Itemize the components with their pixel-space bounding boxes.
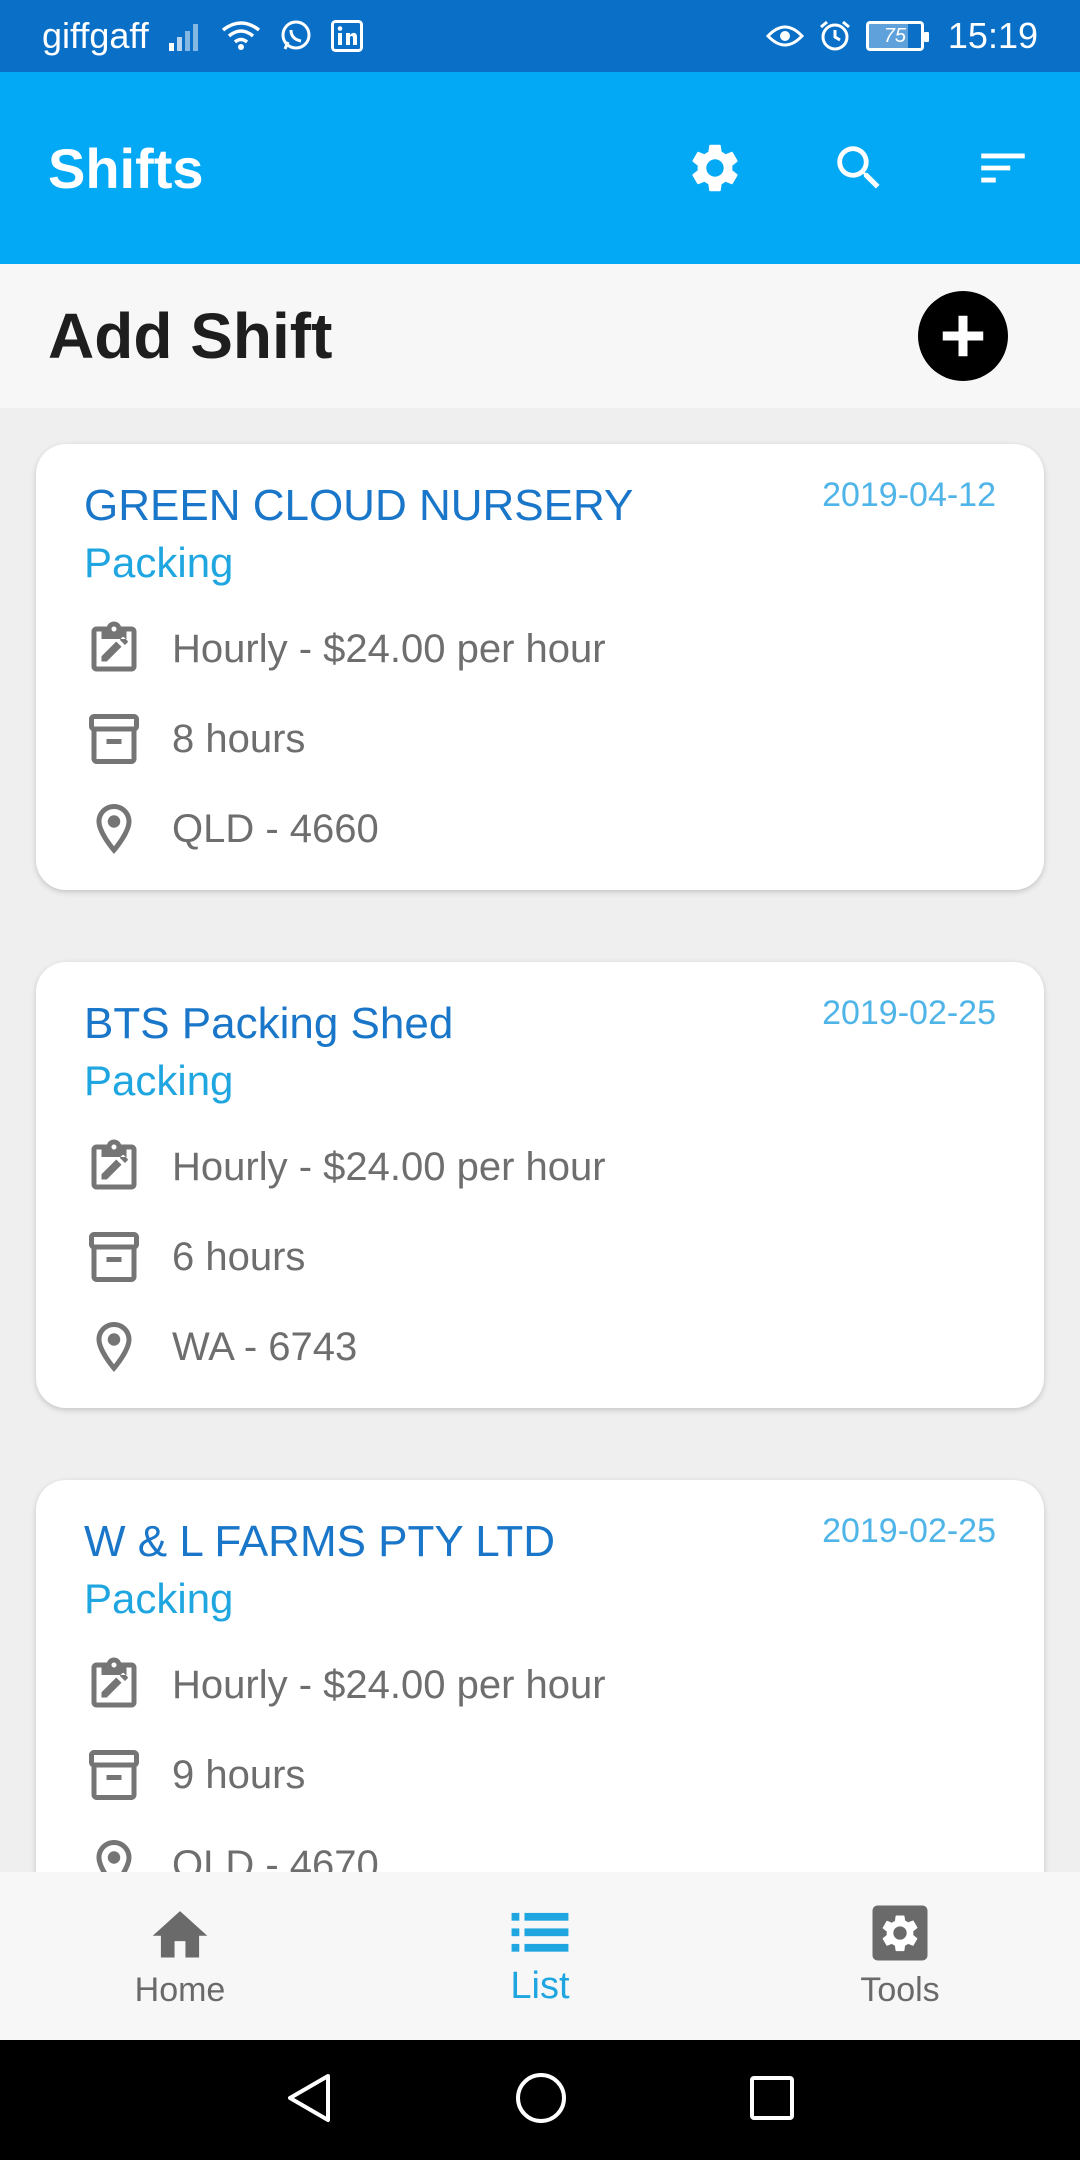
home-circle-icon [516, 2072, 566, 2123]
plus-icon [942, 315, 984, 357]
wifi-icon [221, 20, 261, 52]
shift-role: Packing [84, 1057, 234, 1104]
shift-location: QLD - 4660 [172, 806, 379, 851]
shift-card[interactable]: BTS Packing Shed 2019-02-25 Packing Hour… [36, 962, 1044, 1408]
status-bar: giffgaff 75 15:19 [0, 0, 1080, 72]
shift-pay: Hourly - $24.00 per hour [172, 626, 606, 671]
shift-date: 2019-02-25 [822, 1512, 996, 1550]
battery-icon: 75 [865, 21, 929, 51]
add-shift-title: Add Shift [48, 300, 333, 372]
add-shift-button[interactable] [918, 291, 1008, 381]
pay-icon [84, 1650, 154, 1720]
page-title: Shifts [48, 136, 204, 200]
settings-button[interactable] [686, 139, 744, 197]
shift-pay-row: Hourly - $24.00 per hour [84, 1122, 996, 1212]
gear-icon [692, 144, 738, 192]
shift-hours: 8 hours [172, 716, 306, 761]
sort-button[interactable] [974, 139, 1032, 197]
shift-pay: Hourly - $24.00 per hour [172, 1662, 606, 1707]
add-shift-header: Add Shift [0, 264, 1080, 408]
shift-location-row: QLD - 4660 [84, 784, 996, 874]
shift-card[interactable]: W & L FARMS PTY LTD 2019-02-25 Packing H… [36, 1480, 1044, 1872]
shift-role: Packing [84, 1575, 234, 1622]
archive-box-icon [84, 1740, 154, 1810]
shift-hours-row: 6 hours [84, 1212, 996, 1302]
shift-list: GREEN CLOUD NURSERY 2019-04-12 Packing H… [0, 408, 1080, 1872]
nav-tools-label: Tools [860, 1970, 940, 2009]
search-icon [837, 146, 880, 189]
archive-box-icon [84, 704, 154, 774]
shift-pay: Hourly - $24.00 per hour [172, 1144, 606, 1189]
back-triangle-icon [288, 2073, 330, 2122]
recents-button[interactable] [748, 2074, 796, 2127]
shift-hours: 6 hours [172, 1234, 306, 1279]
whatsapp-icon [279, 19, 313, 53]
shift-location: QLD - 4670 [172, 1842, 379, 1873]
shift-date: 2019-02-25 [822, 994, 996, 1032]
eye-icon [765, 22, 804, 50]
nav-home[interactable]: Home [0, 1872, 360, 2040]
home-system-button[interactable] [514, 2071, 568, 2130]
nav-home-label: Home [134, 1970, 226, 2009]
back-button[interactable] [284, 2072, 334, 2129]
shift-pay-row: Hourly - $24.00 per hour [84, 604, 996, 694]
location-pin-icon [84, 1312, 154, 1382]
shift-card[interactable]: GREEN CLOUD NURSERY 2019-04-12 Packing H… [36, 444, 1044, 890]
sort-icon [981, 153, 1025, 183]
linkedin-icon [330, 20, 363, 52]
shift-role: Packing [84, 539, 234, 586]
battery-level: 75 [883, 24, 907, 47]
nav-list-label: List [510, 1964, 570, 2007]
nav-list[interactable]: List [360, 1872, 720, 2040]
app-bar: Shifts [0, 72, 1080, 264]
list-icon [511, 1912, 569, 1952]
search-button[interactable] [830, 139, 888, 197]
bottom-navigation: Home List Tools [0, 1872, 1080, 2040]
pay-icon [84, 1132, 154, 1202]
nav-tools[interactable]: Tools [720, 1872, 1080, 2040]
signal-icon [167, 21, 203, 51]
gear-box-icon [872, 1905, 928, 1960]
shift-hours-row: 8 hours [84, 694, 996, 784]
home-icon [152, 1910, 208, 1958]
shift-hours-row: 9 hours [84, 1730, 996, 1820]
recents-square-icon [750, 2075, 794, 2120]
shift-date: 2019-04-12 [822, 476, 996, 514]
shift-pay-row: Hourly - $24.00 per hour [84, 1640, 996, 1730]
clock: 15:19 [947, 15, 1038, 56]
location-pin-icon [84, 1830, 154, 1872]
alarm-icon [818, 19, 852, 53]
shift-location: WA - 6743 [172, 1324, 358, 1369]
shift-location-row: QLD - 4670 [84, 1820, 996, 1872]
shift-location-row: WA - 6743 [84, 1302, 996, 1392]
location-pin-icon [84, 794, 154, 864]
shift-hours: 9 hours [172, 1752, 306, 1797]
carrier-name: giffgaff [42, 15, 149, 56]
system-navigation-bar [0, 2040, 1080, 2160]
pay-icon [84, 614, 154, 684]
archive-box-icon [84, 1222, 154, 1292]
